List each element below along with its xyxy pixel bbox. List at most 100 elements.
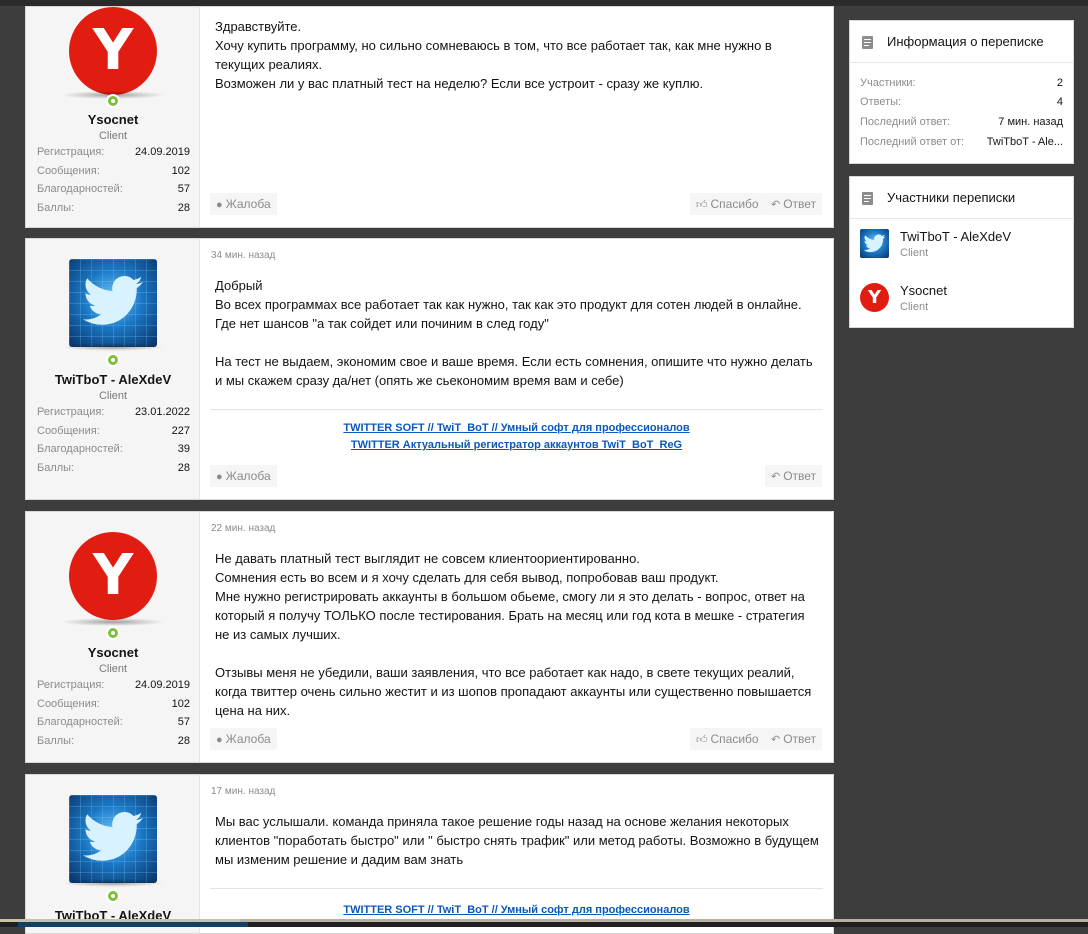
post-author-name[interactable]: Ysocnet — [26, 645, 200, 660]
message-post: Y Ysocnet Client Регистрация: 24.09.2019 … — [25, 511, 834, 763]
post-author-role: Client — [98, 390, 128, 402]
online-status-icon — [106, 353, 120, 367]
stat-label: Баллы: — [37, 734, 75, 747]
online-status-icon — [106, 889, 120, 903]
like-button[interactable]: 👍︎ Спасибо — [690, 728, 765, 750]
stat-value: 28 — [177, 461, 190, 474]
flag-icon: ● — [216, 734, 223, 746]
post-timestamp[interactable]: 22 мин. назад — [211, 523, 275, 534]
info-value[interactable]: TwiTboT - Ale... — [987, 136, 1063, 148]
post-user-panel: Y Ysocnet Client Регистрация: 24.09.2019 … — [26, 512, 200, 762]
stat-value: 102 — [171, 164, 190, 177]
post-user-panel: Y Ysocnet Client Регистрация: 24.09.2019 … — [26, 7, 200, 227]
post-text: Добрый Во всех программах все работает т… — [215, 278, 813, 388]
flag-icon: ● — [216, 199, 223, 211]
message-post: TwiTboT - AleXdeV 17 мин. назад Мы вас у… — [25, 774, 834, 934]
user-stats: Регистрация: 24.09.2019 Сообщения: 102 Бла… — [37, 676, 190, 750]
avatar[interactable] — [860, 229, 889, 258]
stat-value: 57 — [177, 716, 190, 728]
reply-button[interactable]: ↶ Ответ — [765, 465, 823, 487]
reply-button[interactable]: ↶ Ответ — [765, 728, 823, 750]
sidebar-title: Информация о переписке — [887, 34, 1044, 49]
post-timestamp[interactable]: 17 мин. назад — [211, 786, 275, 797]
twitter-bird-icon — [863, 234, 886, 253]
post-text: Не давать платный тест выглядит не совсе… — [215, 551, 812, 718]
signature-link[interactable]: TWITTER SOFT // TwiT_BoT // Умный софт д… — [210, 902, 823, 919]
thread-info-block: Информация о переписке Участники: 2 Ответ… — [849, 20, 1074, 164]
stat-value: 57 — [177, 183, 190, 195]
yandex-y-icon: Y — [92, 18, 134, 83]
report-button[interactable]: ● Жалоба — [210, 728, 277, 750]
report-button[interactable]: ● Жалоба — [210, 193, 277, 215]
avatar[interactable]: Y — [69, 7, 157, 95]
message-post: Y Ysocnet Client Регистрация: 24.09.2019 … — [25, 6, 834, 228]
stat-label: Благодарностей: — [37, 443, 123, 455]
info-value: 2 — [1056, 77, 1063, 89]
stat-label: Сообщения: — [37, 424, 100, 437]
thumbs-up-icon: 👍︎ — [696, 199, 708, 211]
signature: TWITTER SOFT // TwiT_BoT // Умный софт д… — [210, 409, 823, 454]
post-content: Здравствуйте. Хочу купить программу, но … — [200, 7, 833, 227]
stat-value: 24.09.2019 — [134, 146, 190, 158]
stat-value: 28 — [177, 734, 190, 747]
twitter-bird-icon — [83, 275, 143, 325]
stat-label: Регистрация: — [37, 679, 105, 691]
avatar[interactable]: Y — [69, 532, 157, 620]
report-button[interactable]: ● Жалоба — [210, 465, 277, 487]
online-status-icon — [106, 94, 120, 108]
user-stats: Регистрация: 24.09.2019 Сообщения: 102 Бла… — [37, 143, 190, 217]
post-content: 22 мин. назад Не давать платный тест выг… — [200, 512, 833, 762]
post-user-panel: TwiTboT - AleXdeV — [26, 775, 200, 933]
participant-name[interactable]: TwiTboT - AleXdeV — [900, 229, 1011, 244]
signature: TWITTER SOFT // TwiT_BoT // Умный софт д… — [210, 888, 823, 919]
post-text: Мы вас услышали. команда приняла такое р… — [215, 814, 819, 867]
avatar[interactable]: Y — [860, 283, 889, 312]
stat-label: Сообщения: — [37, 164, 100, 177]
stat-label: Благодарностей: — [37, 716, 123, 728]
avatar[interactable] — [69, 795, 157, 883]
participant-role: Client — [900, 301, 929, 313]
stat-label: Регистрация: — [37, 406, 105, 418]
signature-link[interactable]: TWITTER Актуальный регистратор аккаунтов… — [210, 437, 823, 454]
participant-name[interactable]: Ysocnet — [900, 283, 947, 298]
info-label: Последний ответ от: — [860, 136, 965, 148]
reply-icon: ↶ — [771, 471, 781, 483]
post-author-name[interactable]: Ysocnet — [26, 112, 200, 127]
stat-value: 24.09.2019 — [134, 679, 190, 691]
stat-label: Баллы: — [37, 201, 75, 214]
post-text: Здравствуйте. Хочу купить программу, но … — [215, 19, 772, 91]
info-label: Последний ответ: — [860, 116, 951, 128]
post-author-name[interactable]: TwiTboT - AleXdeV — [26, 372, 200, 387]
post-author-role: Client — [98, 130, 128, 142]
document-icon — [862, 192, 873, 205]
user-stats: Регистрация: 23.01.2022 Сообщения: 227 Бла… — [37, 403, 190, 477]
stat-label: Благодарностей: — [37, 183, 123, 195]
info-label: Участники: — [860, 77, 916, 89]
stat-value: 227 — [171, 424, 190, 437]
online-status-icon — [106, 626, 120, 640]
document-icon — [862, 36, 873, 49]
post-content: 17 мин. назад Мы вас услышали. команда п… — [200, 775, 833, 933]
post-timestamp[interactable]: 34 мин. назад — [211, 250, 275, 261]
stat-value: 102 — [171, 697, 190, 710]
thumbs-up-icon: 👍︎ — [696, 734, 708, 746]
post-author-role: Client — [98, 663, 128, 675]
avatar[interactable] — [69, 259, 157, 347]
participant-role: Client — [900, 247, 929, 259]
stat-value: 39 — [177, 443, 190, 455]
reply-button[interactable]: ↶ Ответ — [765, 193, 823, 215]
like-button[interactable]: 👍︎ Спасибо — [690, 193, 765, 215]
yandex-y-icon: Y — [867, 287, 882, 308]
twitter-bird-icon — [83, 811, 143, 861]
info-label: Ответы: — [860, 96, 902, 108]
stat-label: Баллы: — [37, 461, 75, 474]
reply-icon: ↶ — [771, 199, 781, 211]
post-user-panel: TwiTboT - AleXdeV Client Регистрация: 23.… — [26, 239, 200, 499]
stat-value: 28 — [177, 201, 190, 214]
info-value[interactable]: 7 мин. назад — [998, 116, 1063, 128]
signature-link[interactable]: TWITTER SOFT // TwiT_BoT // Умный софт д… — [210, 420, 823, 437]
flag-icon: ● — [216, 471, 223, 483]
yandex-y-icon: Y — [92, 543, 134, 608]
message-post: TwiTboT - AleXdeV Client Регистрация: 23.… — [25, 238, 834, 500]
post-content: 34 мин. назад Добрый Во всех программах … — [200, 239, 833, 499]
